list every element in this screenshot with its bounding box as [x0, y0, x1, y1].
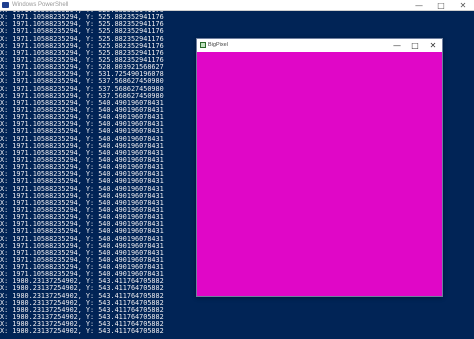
powershell-window-controls: — □ ✕	[408, 0, 474, 11]
console-line: X: 1971.10588235294, Y: 525.882352941176	[0, 56, 164, 64]
console-line: X: 1971.10588235294, Y: 540.490196078431	[0, 235, 164, 243]
console-line: X: 1971.10588235294, Y: 525.882352941176	[0, 21, 164, 29]
console-line: X: 1971.10588235294, Y: 525.882352941176	[0, 14, 164, 22]
console-line: X: 1971.10588235294, Y: 540.490196078431	[0, 214, 164, 222]
bigpixel-window-controls: — □ ✕	[388, 39, 442, 52]
console-line: X: 1971.10588235294, Y: 540.490196078431	[0, 192, 164, 200]
console-line: X: 1980.23137254902, Y: 543.411764705882	[0, 328, 164, 336]
console-line: X: 1971.10588235294, Y: 525.882352941176	[0, 49, 164, 57]
console-line: X: 1971.10588235294, Y: 540.490196078431	[0, 106, 164, 114]
console-line: X: 1971.10588235294, Y: 540.490196078431	[0, 221, 164, 229]
console-line: X: 1980.23137254902, Y: 543.411764705882	[0, 306, 164, 314]
bigpixel-titlebar[interactable]: BigPixel — □ ✕	[197, 39, 442, 52]
bigpixel-window: BigPixel — □ ✕	[196, 38, 443, 297]
close-icon[interactable]: ✕	[452, 0, 474, 11]
bigpixel-title: BigPixel	[208, 42, 228, 48]
minimize-icon[interactable]: —	[408, 0, 430, 11]
console-line: X: 1971.10588235294, Y: 525.882352941176	[0, 42, 164, 50]
console-line: X: 1980.23137254902, Y: 543.411764705882	[0, 321, 164, 329]
console-line: X: 1971.10588235294, Y: 540.490196078431	[0, 156, 164, 164]
console-line: X: 1971.10588235294, Y: 537.568627450980	[0, 78, 164, 86]
console-line: X: 1971.10588235294, Y: 537.568627450980	[0, 92, 164, 100]
console-line: X: 1971.10588235294, Y: 537.568627450980	[0, 85, 164, 93]
console-line: X: 1971.10588235294, Y: 540.490196078431	[0, 171, 164, 179]
console-line: X: 1971.10588235294, Y: 540.490196078431	[0, 128, 164, 136]
close-icon[interactable]: ✕	[424, 39, 442, 52]
maximize-icon[interactable]: □	[430, 0, 452, 11]
console-line: X: 1971.10588235294, Y: 525.882352941176	[0, 35, 164, 43]
console-line: X: 1971.10588235294, Y: 540.490196078431	[0, 242, 164, 250]
powershell-title: Windows PowerShell	[12, 2, 69, 8]
console-line: X: 1971.10588235294, Y: 540.490196078431	[0, 164, 164, 172]
console-line: X: 1971.10588235294, Y: 540.490196078431	[0, 121, 164, 129]
console-output: X: 1971.10588235294, Y: 525.882352941176…	[0, 11, 200, 335]
console-line: X: 1971.10588235294, Y: 540.490196078431	[0, 199, 164, 207]
bigpixel-app-icon	[200, 42, 206, 48]
powershell-icon	[2, 2, 9, 8]
console-line: X: 1971.10588235294, Y: 540.490196078431	[0, 228, 164, 236]
console-line: X: 1971.10588235294, Y: 531.725490196078	[0, 71, 164, 79]
powershell-titlebar[interactable]: Windows PowerShell — □ ✕	[0, 0, 474, 11]
console-line: X: 1971.10588235294, Y: 540.490196078431	[0, 271, 164, 279]
console-line: X: 1971.10588235294, Y: 540.490196078431	[0, 149, 164, 157]
console-line: X: 1971.10588235294, Y: 540.490196078431	[0, 142, 164, 150]
console-line: X: 1971.10588235294, Y: 525.882352941176	[0, 28, 164, 36]
console-line: X: 1971.10588235294, Y: 540.490196078431	[0, 264, 164, 272]
console-line: X: 1971.10588235294, Y: 540.490196078431	[0, 178, 164, 186]
minimize-icon[interactable]: —	[388, 39, 406, 52]
pixel-canvas[interactable]	[197, 52, 442, 296]
console-line: X: 1971.10588235294, Y: 540.490196078431	[0, 206, 164, 214]
console-line: X: 1980.23137254902, Y: 543.411764705882	[0, 299, 164, 307]
maximize-icon[interactable]: □	[406, 39, 424, 52]
console-line: X: 1971.10588235294, Y: 540.490196078431	[0, 185, 164, 193]
console-line: X: 1971.10588235294, Y: 540.490196078431	[0, 249, 164, 257]
console-line: X: 1980.23137254902, Y: 543.411764705882	[0, 285, 164, 293]
console-line: X: 1980.23137254902, Y: 543.411764705882	[0, 278, 164, 286]
console-line: X: 1971.10588235294, Y: 540.490196078431	[0, 135, 164, 143]
console-line: X: 1971.10588235294, Y: 540.490196078431	[0, 99, 164, 107]
console-line: X: 1980.23137254902, Y: 543.411764705882	[0, 292, 164, 300]
console-line: X: 1971.10588235294, Y: 540.490196078431	[0, 256, 164, 264]
console-line: X: 1980.23137254902, Y: 543.411764705882	[0, 314, 164, 322]
console-line: X: 1971.10588235294, Y: 528.803921568627	[0, 64, 164, 72]
console-line: X: 1971.10588235294, Y: 540.490196078431	[0, 114, 164, 122]
